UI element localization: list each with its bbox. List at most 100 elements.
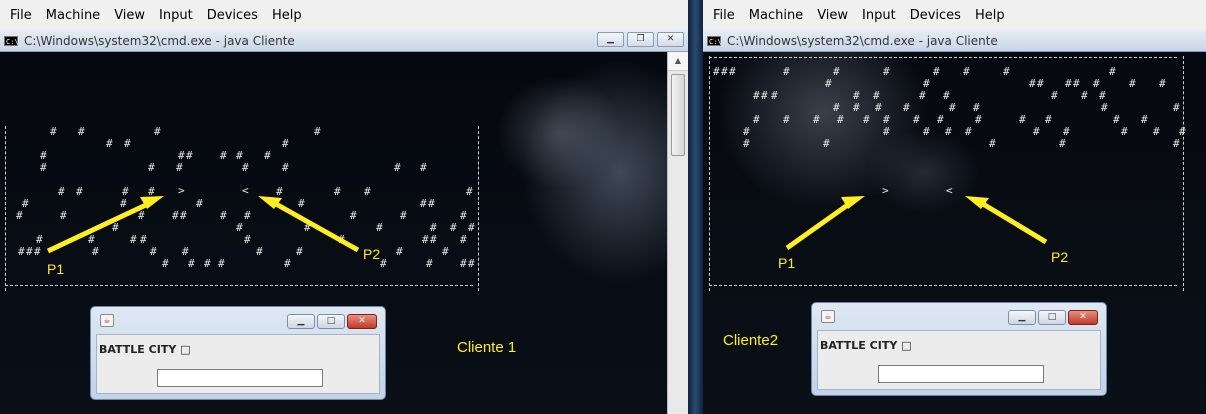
player-1-tank: > xyxy=(882,184,889,197)
console-scrollbar[interactable]: ▲ xyxy=(667,52,688,414)
wall-tile: # xyxy=(466,185,473,198)
wall-tile: # xyxy=(442,245,449,258)
wall-tile: # xyxy=(18,245,25,258)
wall-tile: # xyxy=(875,101,882,114)
wall-tile: # xyxy=(721,65,728,78)
menu-help[interactable]: Help xyxy=(975,8,1005,23)
wall-tile: # xyxy=(394,161,401,174)
cmd-icon: C:\ xyxy=(4,35,19,46)
wall-tile: # xyxy=(460,209,467,222)
wall-tile: # xyxy=(1093,77,1100,90)
menu-input[interactable]: Input xyxy=(159,8,193,23)
wall-tile: # xyxy=(753,89,760,102)
dialog-close-button[interactable]: ✕ xyxy=(1068,310,1098,325)
wall-tile: # xyxy=(761,89,768,102)
close-button[interactable]: ✕ xyxy=(657,32,684,47)
scroll-thumb[interactable] xyxy=(671,74,685,156)
menu-devices[interactable]: Devices xyxy=(207,8,258,23)
wall-tile: # xyxy=(428,197,435,210)
wall-tile: # xyxy=(460,233,467,246)
menu-view[interactable]: View xyxy=(817,8,848,23)
wall-tile: # xyxy=(1073,77,1080,90)
menu-machine[interactable]: Machine xyxy=(749,8,803,23)
scroll-up-icon[interactable]: ▲ xyxy=(668,52,688,71)
wall-tile: # xyxy=(244,209,251,222)
battle-city-label: BATTLE CITY □ xyxy=(99,343,191,356)
minimize-icon: ▁ xyxy=(1018,312,1026,322)
wall-tile: # xyxy=(148,161,155,174)
wall-tile: # xyxy=(1153,125,1160,138)
wall-tile: # xyxy=(943,89,950,102)
wall-tile: # xyxy=(1129,77,1136,90)
wall-tile: # xyxy=(743,137,750,150)
close-icon: ✕ xyxy=(358,316,366,326)
dialog-maximize-button[interactable]: □ xyxy=(317,314,345,329)
wall-tile: # xyxy=(218,257,225,270)
wall-tile: # xyxy=(965,125,972,138)
menu-help[interactable]: Help xyxy=(272,8,302,23)
java-icon: ☕ xyxy=(821,310,835,323)
vm-window-cliente-2: File Machine View Input Devices Help C:\… xyxy=(703,0,1206,414)
player-2-tank: < xyxy=(242,184,249,197)
wall-tile: # xyxy=(883,113,890,126)
wall-tile: # xyxy=(304,221,311,234)
menu-view[interactable]: View xyxy=(114,8,145,23)
wall-tile: # xyxy=(298,197,305,210)
wall-tile: # xyxy=(1159,77,1166,90)
dialog-minimize-button[interactable]: ▁ xyxy=(287,314,315,329)
wall-tile: # xyxy=(833,101,840,114)
wall-tile: # xyxy=(172,209,179,222)
wall-tile: # xyxy=(282,137,289,150)
maximize-icon: □ xyxy=(1047,312,1057,322)
wall-tile: # xyxy=(50,125,57,138)
wall-tile: # xyxy=(148,185,155,198)
menu-devices[interactable]: Devices xyxy=(910,8,961,23)
dialog-minimize-button[interactable]: ▁ xyxy=(1008,310,1036,325)
wall-tile: # xyxy=(1051,89,1058,102)
wall-tile: # xyxy=(264,149,271,162)
board-bottom-border xyxy=(5,285,473,286)
wall-tile: # xyxy=(1121,125,1128,138)
wall-tile: # xyxy=(154,125,161,138)
wall-tile: # xyxy=(1101,101,1108,114)
menu-file[interactable]: File xyxy=(10,8,32,23)
command-input[interactable] xyxy=(157,369,323,387)
menu-machine[interactable]: Machine xyxy=(46,8,100,23)
wall-tile: # xyxy=(220,209,227,222)
wall-tile: # xyxy=(204,257,211,270)
wall-tile: # xyxy=(176,161,183,174)
wall-tile: # xyxy=(833,65,840,78)
wall-tile: # xyxy=(236,221,243,234)
wall-tile: # xyxy=(40,161,47,174)
wall-tile: # xyxy=(350,209,357,222)
wall-tile: # xyxy=(771,89,778,102)
wall-tile: # xyxy=(919,89,926,102)
menu-file[interactable]: File xyxy=(713,8,735,23)
command-input[interactable] xyxy=(878,365,1044,383)
wall-tile: # xyxy=(450,221,457,234)
wall-tile: # xyxy=(903,101,910,114)
wall-tile: # xyxy=(945,125,952,138)
wall-tile: # xyxy=(743,125,750,138)
dialog-maximize-button[interactable]: □ xyxy=(1038,310,1066,325)
wall-tile: # xyxy=(825,77,832,90)
close-icon: ✕ xyxy=(666,34,675,44)
board-top-border xyxy=(709,57,1177,58)
wall-tile: # xyxy=(1141,113,1148,126)
wall-tile: # xyxy=(364,185,371,198)
wall-tile: # xyxy=(913,113,920,126)
label-p1: P1 xyxy=(778,255,796,271)
wall-tile: # xyxy=(22,197,29,210)
minimize-button[interactable]: ▁ xyxy=(597,32,624,47)
vm-menubar: File Machine View Input Devices Help xyxy=(0,0,688,31)
restore-button[interactable]: ❐ xyxy=(627,32,654,47)
wall-tile: # xyxy=(1081,89,1088,102)
wall-tile: # xyxy=(338,233,345,246)
wall-tile: # xyxy=(178,149,185,162)
dialog-close-button[interactable]: ✕ xyxy=(347,314,377,329)
wall-tile: # xyxy=(973,101,980,114)
desktop-gap xyxy=(688,0,703,414)
wall-tile: # xyxy=(182,245,189,258)
wall-tile: # xyxy=(1173,137,1180,150)
menu-input[interactable]: Input xyxy=(862,8,896,23)
